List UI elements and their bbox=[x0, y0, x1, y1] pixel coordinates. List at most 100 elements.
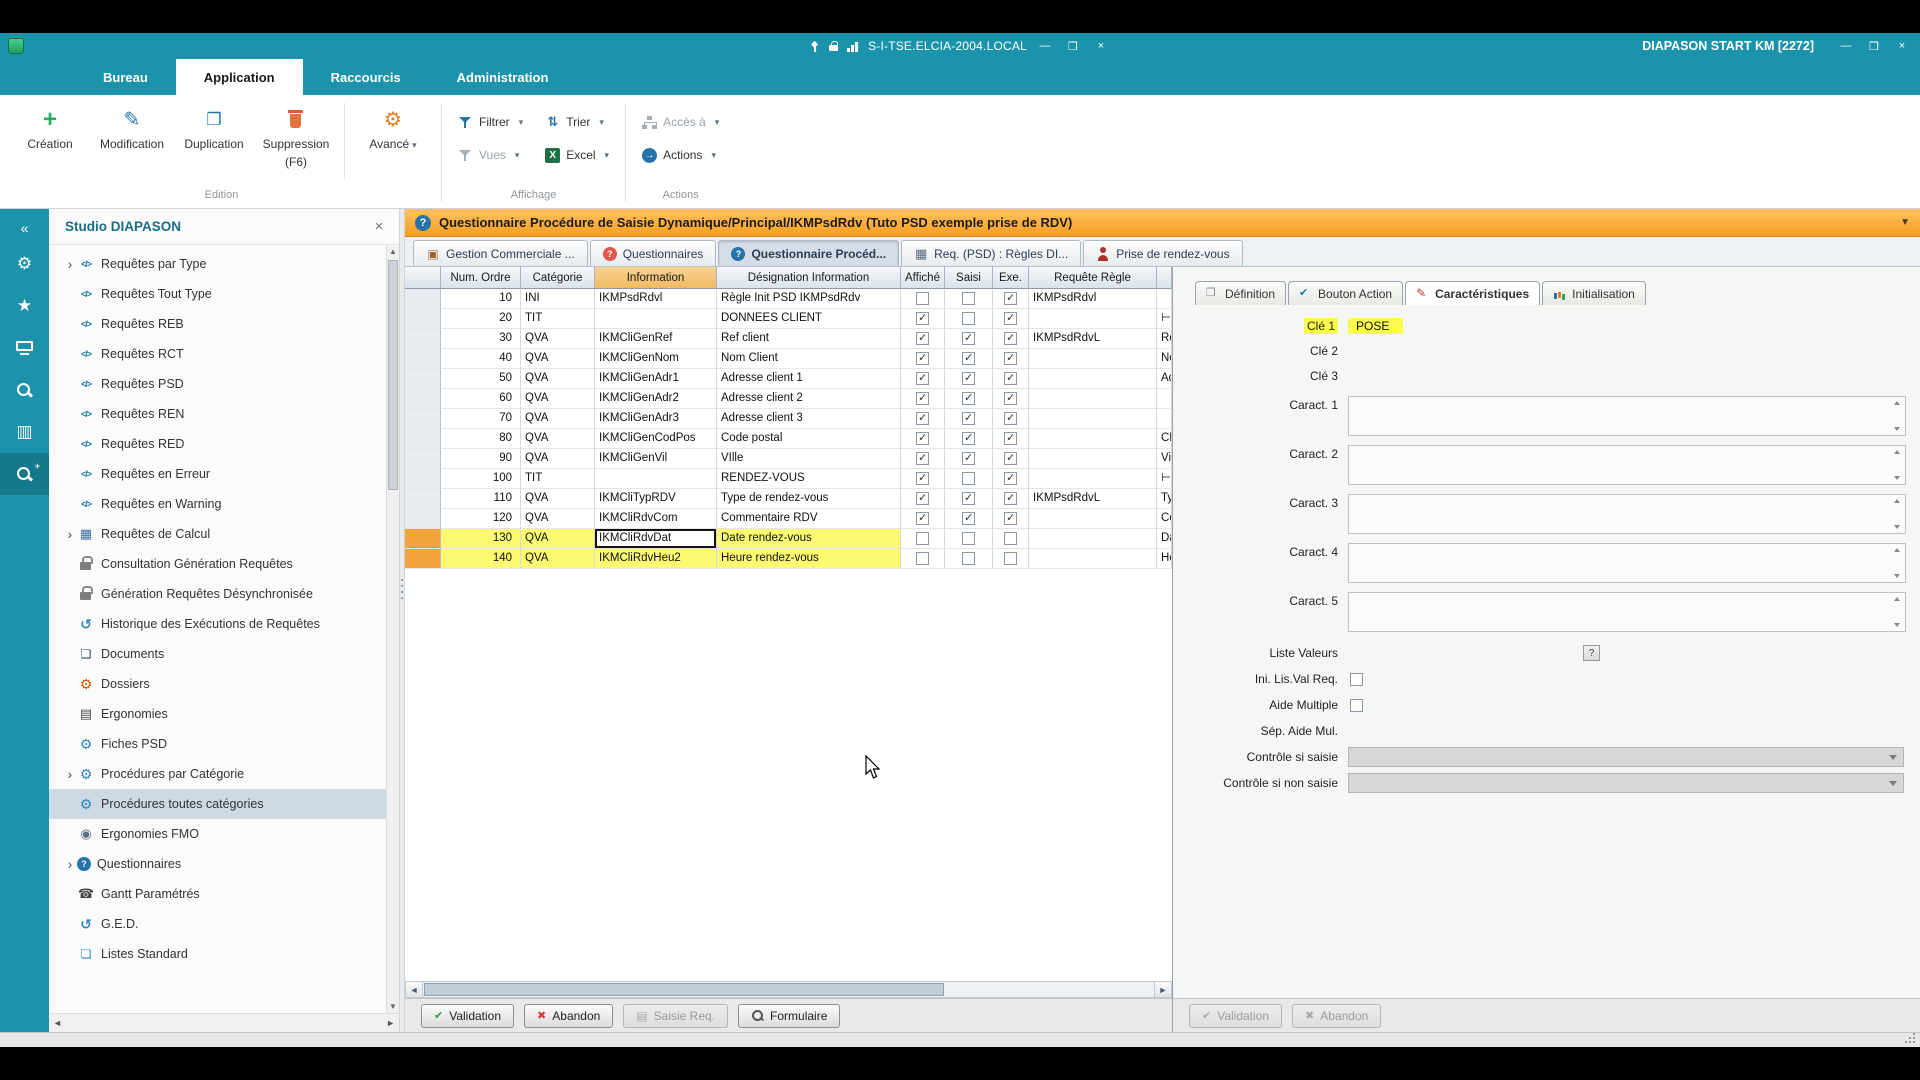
session-close-button[interactable]: × bbox=[1091, 37, 1111, 55]
column-header-exe[interactable]: Exe. bbox=[993, 267, 1029, 289]
chevron-right-icon[interactable]: › bbox=[63, 526, 77, 542]
panel-validation-button[interactable]: ✔ Validation bbox=[1189, 1003, 1283, 1028]
acces-a-button[interactable]: Accès à ▾ bbox=[642, 111, 719, 133]
cell-extra[interactable] bbox=[1157, 289, 1172, 309]
cell-designation[interactable]: Adresse client 3 bbox=[717, 409, 901, 429]
cell-extra[interactable]: Typ bbox=[1157, 489, 1172, 509]
cell-categorie[interactable]: QVA bbox=[521, 349, 595, 369]
cell-num-ordre[interactable]: 10 bbox=[441, 289, 521, 309]
cell-extra[interactable] bbox=[1157, 389, 1172, 409]
tree-item[interactable]: › Requêtes par Type bbox=[49, 249, 399, 279]
cell-extra[interactable]: No bbox=[1157, 349, 1172, 369]
ini-lis-checkbox[interactable] bbox=[1350, 672, 1363, 686]
cell-requete-regle[interactable] bbox=[1029, 449, 1157, 469]
panel-tab[interactable]: Initialisation bbox=[1542, 281, 1646, 305]
cell-designation[interactable]: DONNEES CLIENT bbox=[717, 309, 901, 329]
saisi-checkbox[interactable] bbox=[962, 532, 975, 545]
caract-textarea[interactable] bbox=[1348, 445, 1906, 485]
document-tab[interactable]: Questionnaires bbox=[589, 240, 717, 266]
cell-categorie[interactable]: QVA bbox=[521, 329, 595, 349]
table-row[interactable]: 130 QVA IKMCliRdvDat Date rendez-vous Da bbox=[405, 529, 1172, 549]
menu-tab[interactable]: Application bbox=[175, 59, 303, 95]
column-header-affiche[interactable]: Affiché bbox=[901, 267, 945, 289]
table-row[interactable]: 10 INI IKMPsdRdvl Règle Init PSD IKMPsdR… bbox=[405, 289, 1172, 309]
affiche-checkbox[interactable] bbox=[916, 372, 929, 385]
cell-information[interactable]: IKMCliRdvCom bbox=[595, 509, 717, 529]
settings-gear-icon[interactable]: ⚙ bbox=[0, 243, 49, 285]
saisi-checkbox[interactable] bbox=[962, 492, 975, 505]
cell-num-ordre[interactable]: 30 bbox=[441, 329, 521, 349]
tree-item[interactable]: › Requêtes en Erreur bbox=[49, 459, 399, 489]
actions-button[interactable]: → Actions ▾ bbox=[642, 144, 719, 166]
trier-button[interactable]: ⇅ Trier ▾ bbox=[545, 111, 609, 133]
tree-item[interactable]: › Ergonomies bbox=[49, 699, 399, 729]
modification-button[interactable]: ✎ Modification bbox=[92, 99, 172, 151]
cell-num-ordre[interactable]: 100 bbox=[441, 469, 521, 489]
row-selector[interactable] bbox=[405, 429, 441, 449]
cell-information[interactable]: IKMPsdRdvl bbox=[595, 289, 717, 309]
cell-requete-regle[interactable] bbox=[1029, 529, 1157, 549]
cell-categorie[interactable]: QVA bbox=[521, 549, 595, 569]
table-row[interactable]: 40 QVA IKMCliGenNom Nom Client No bbox=[405, 349, 1172, 369]
key-value-field[interactable] bbox=[1348, 375, 1403, 377]
saisi-checkbox[interactable] bbox=[962, 332, 975, 345]
scrollbar-thumb[interactable] bbox=[424, 983, 945, 996]
spinner-icon[interactable] bbox=[1892, 499, 1902, 529]
cell-categorie[interactable]: QVA bbox=[521, 389, 595, 409]
exe-checkbox[interactable] bbox=[1004, 352, 1017, 365]
exe-checkbox[interactable] bbox=[1004, 292, 1017, 305]
controle-si-saisie-dropdown[interactable] bbox=[1348, 747, 1904, 767]
splitter-handle[interactable] bbox=[400, 209, 405, 1032]
saisi-checkbox[interactable] bbox=[962, 292, 975, 305]
row-selector[interactable] bbox=[405, 409, 441, 429]
affiche-checkbox[interactable] bbox=[916, 472, 929, 485]
cell-requete-regle[interactable]: IKMPsdRdvl bbox=[1029, 289, 1157, 309]
cell-extra[interactable]: Co bbox=[1157, 509, 1172, 529]
affiche-checkbox[interactable] bbox=[916, 532, 929, 545]
suppression-button[interactable]: Suppression (F6) bbox=[256, 99, 336, 169]
cell-requete-regle[interactable]: IKMPsdRdvL bbox=[1029, 489, 1157, 509]
tree-item[interactable]: › Procédures toutes catégories bbox=[49, 789, 399, 819]
cell-categorie[interactable]: INI bbox=[521, 289, 595, 309]
cell-designation[interactable]: Règle Init PSD IKMPsdRdv bbox=[717, 289, 901, 309]
cell-information[interactable]: IKMCliGenNom bbox=[595, 349, 717, 369]
affiche-checkbox[interactable] bbox=[916, 312, 929, 325]
menu-tab[interactable]: Bureau bbox=[75, 59, 176, 95]
saisi-checkbox[interactable] bbox=[962, 472, 975, 485]
key-value-field[interactable] bbox=[1348, 350, 1403, 352]
liste-valeurs-button[interactable]: ? bbox=[1583, 645, 1600, 661]
row-selector[interactable] bbox=[405, 289, 441, 309]
cell-extra[interactable]: CP bbox=[1157, 429, 1172, 449]
tree-item[interactable]: › Historique des Exécutions de Requêtes bbox=[49, 609, 399, 639]
table-row[interactable]: 120 QVA IKMCliRdvCom Commentaire RDV Co bbox=[405, 509, 1172, 529]
column-header-saisi[interactable]: Saisi bbox=[945, 267, 993, 289]
sidebar-horizontal-scrollbar[interactable]: ◄ ► bbox=[49, 1013, 399, 1032]
tree-item[interactable]: › Requêtes REB bbox=[49, 309, 399, 339]
cell-designation[interactable]: Date rendez-vous bbox=[717, 529, 901, 549]
exe-checkbox[interactable] bbox=[1004, 472, 1017, 485]
table-row[interactable]: 100 TIT RENDEZ-VOUS ⊢- bbox=[405, 469, 1172, 489]
cell-extra[interactable]: ⊢- bbox=[1157, 309, 1172, 329]
document-tab[interactable]: Questionnaire Procéd... bbox=[718, 240, 900, 266]
column-header-requete-regle[interactable]: Requête Règle bbox=[1029, 267, 1157, 289]
sidebar-vertical-scrollbar[interactable]: ▲ ▼ bbox=[386, 246, 399, 1013]
vues-button[interactable]: Vues ▾ bbox=[458, 144, 523, 166]
spinner-icon[interactable] bbox=[1892, 548, 1902, 578]
saisi-checkbox[interactable] bbox=[962, 432, 975, 445]
tree-item[interactable]: › Documents bbox=[49, 639, 399, 669]
cell-requete-regle[interactable] bbox=[1029, 389, 1157, 409]
cell-categorie[interactable]: TIT bbox=[521, 309, 595, 329]
cell-num-ordre[interactable]: 130 bbox=[441, 529, 521, 549]
cell-categorie[interactable]: QVA bbox=[521, 529, 595, 549]
menu-tab[interactable]: Administration bbox=[429, 59, 577, 95]
search-icon[interactable] bbox=[0, 369, 49, 411]
chevron-right-icon[interactable]: › bbox=[63, 856, 77, 872]
table-row[interactable]: 30 QVA IKMCliGenRef Ref client IKMPsdRdv… bbox=[405, 329, 1172, 349]
cell-num-ordre[interactable]: 80 bbox=[441, 429, 521, 449]
tree-item[interactable]: › Requêtes RED bbox=[49, 429, 399, 459]
cell-num-ordre[interactable]: 50 bbox=[441, 369, 521, 389]
controle-si-non-saisie-dropdown[interactable] bbox=[1348, 773, 1904, 793]
row-selector[interactable] bbox=[405, 309, 441, 329]
duplication-button[interactable]: ❐ Duplication bbox=[174, 99, 254, 151]
saisi-checkbox[interactable] bbox=[962, 512, 975, 525]
